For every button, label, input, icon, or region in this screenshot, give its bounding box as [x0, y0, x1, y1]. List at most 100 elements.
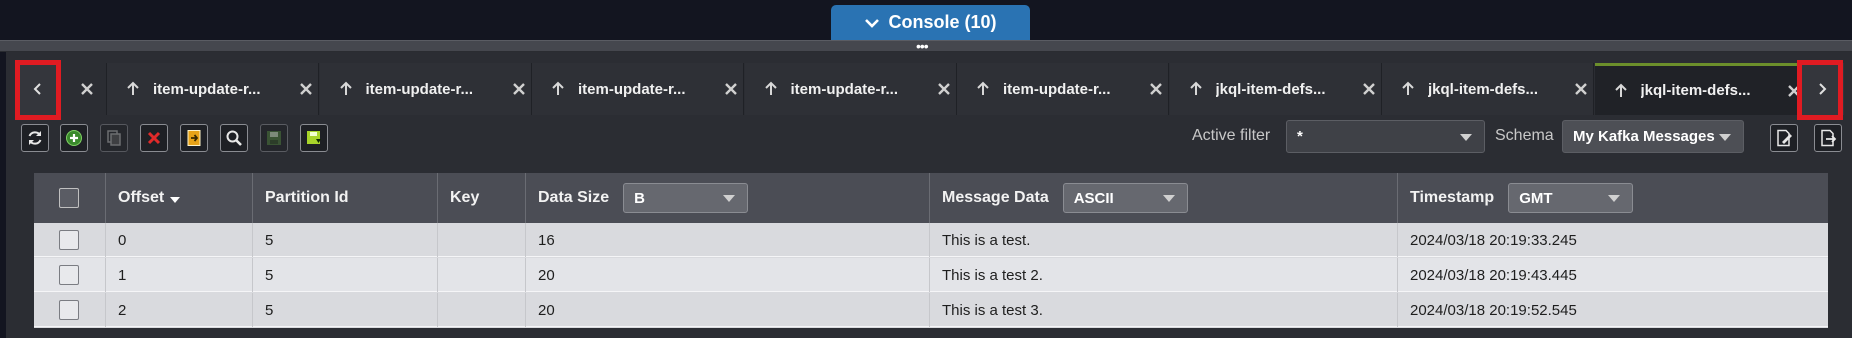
close-icon[interactable] — [512, 82, 526, 96]
column-header-data-size[interactable]: Data Size B — [526, 173, 930, 223]
tab-label: jkql-item-defs... — [1215, 80, 1326, 98]
chevron-down-icon — [1719, 133, 1731, 141]
arrow-up-icon — [764, 81, 777, 95]
schema-value: My Kafka Messages — [1573, 128, 1715, 145]
export-button[interactable] — [300, 124, 328, 152]
column-header-message-data[interactable]: Message Data ASCII — [930, 173, 1398, 223]
splitter-grip-icon[interactable]: ••• — [916, 39, 929, 53]
chevron-down-icon — [1162, 195, 1175, 202]
tab-item[interactable]: item-update-r... — [532, 63, 744, 115]
chevron-left-icon — [33, 83, 41, 95]
tab-scroll-right-button[interactable] — [1800, 63, 1844, 115]
refresh-icon — [28, 131, 42, 145]
chevron-right-icon — [1819, 83, 1827, 95]
cell-size: 16 — [526, 223, 930, 257]
row-select-cell — [34, 293, 106, 327]
copy-icon — [107, 130, 121, 146]
edit-schema-button[interactable] — [1770, 124, 1798, 152]
cell-partition: 5 — [253, 293, 438, 327]
column-label-offset: Offset — [118, 189, 165, 206]
active-filter-select[interactable]: * — [1286, 120, 1485, 153]
cell-message: This is a test 2. — [930, 258, 1398, 292]
column-header-partition[interactable]: Partition Id — [253, 173, 438, 223]
tab-label: item-update-r... — [790, 80, 899, 98]
edit-document-icon — [1777, 129, 1792, 147]
tab-item[interactable]: item-update-r... — [744, 63, 957, 115]
save-icon — [267, 131, 281, 145]
timezone-value: GMT — [1519, 189, 1553, 207]
row-checkbox[interactable] — [59, 230, 79, 250]
cell-message: This is a test. — [930, 223, 1398, 257]
tab-item[interactable]: jkql-item-defs... — [1169, 63, 1382, 115]
import-icon — [187, 130, 201, 146]
close-icon[interactable] — [299, 82, 313, 96]
close-icon[interactable] — [1574, 82, 1588, 96]
tab-item[interactable]: jkql-item-defs... — [1382, 63, 1594, 115]
cell-size: 20 — [526, 258, 930, 292]
active-filter-label: Active filter — [1192, 127, 1271, 144]
arrow-up-icon — [339, 81, 352, 95]
column-header-timestamp[interactable]: Timestamp GMT — [1398, 173, 1828, 223]
timezone-select[interactable]: GMT — [1508, 183, 1634, 213]
search-button[interactable] — [220, 124, 248, 152]
select-all-checkbox[interactable] — [59, 188, 79, 208]
close-icon[interactable] — [1362, 82, 1376, 96]
save-button[interactable] — [260, 124, 288, 152]
refresh-button[interactable] — [21, 124, 49, 152]
column-label-data-size: Data Size — [538, 189, 610, 206]
cell-size: 20 — [526, 293, 930, 327]
console-label: Console (10) — [888, 12, 997, 32]
tab-label: jkql-item-defs... — [1428, 80, 1539, 98]
tab-label: item-update-r... — [365, 80, 474, 98]
cell-offset: 1 — [106, 258, 253, 292]
close-icon[interactable] — [937, 82, 951, 96]
column-header-offset[interactable]: Offset — [106, 173, 253, 223]
new-schema-button[interactable] — [1814, 124, 1842, 152]
tab-close-button[interactable] — [68, 63, 107, 115]
data-size-unit-value: B — [634, 189, 645, 207]
tab-item[interactable]: jkql-item-defs... — [1594, 63, 1807, 115]
tab-item[interactable]: item-update-r... — [107, 63, 319, 115]
tab-label: item-update-r... — [578, 80, 686, 98]
cell-timestamp: 2024/03/18 20:19:52.545 — [1410, 301, 1577, 319]
sort-descending-icon — [170, 196, 181, 203]
cell-partition: 5 — [253, 223, 438, 257]
close-icon[interactable] — [1787, 84, 1801, 98]
add-button[interactable] — [60, 124, 88, 152]
select-all-cell — [34, 173, 106, 223]
cell-key — [438, 293, 526, 327]
cell-timestamp: 2024/03/18 20:19:43.445 — [1410, 266, 1577, 284]
export-icon — [307, 131, 321, 144]
console-toggle-button[interactable]: Console (10) — [831, 5, 1030, 40]
close-icon — [81, 83, 93, 95]
cell-key — [438, 223, 526, 257]
schema-select[interactable]: My Kafka Messages — [1562, 120, 1744, 153]
arrow-up-icon — [1614, 83, 1627, 97]
column-label-message-data: Message Data — [942, 189, 1049, 206]
chevron-down-icon — [723, 195, 736, 202]
tab-label: item-update-r... — [153, 80, 261, 98]
tab-item[interactable]: item-update-r... — [957, 63, 1169, 115]
close-icon[interactable] — [1149, 82, 1163, 96]
delete-button[interactable] — [140, 124, 168, 152]
arrow-up-icon — [1189, 81, 1202, 95]
cell-offset: 0 — [106, 223, 253, 257]
column-header-key[interactable]: Key — [438, 173, 526, 223]
arrow-up-icon — [127, 81, 139, 95]
column-label-timestamp: Timestamp — [1410, 189, 1495, 206]
import-button[interactable] — [180, 124, 208, 152]
tab-label: jkql-item-defs... — [1640, 82, 1751, 99]
chevron-down-icon — [1460, 133, 1472, 141]
row-checkbox[interactable] — [59, 265, 79, 285]
copy-button[interactable] — [100, 124, 128, 152]
data-size-unit-select[interactable]: B — [623, 183, 749, 213]
column-label-key: Key — [450, 189, 480, 206]
row-checkbox[interactable] — [59, 300, 79, 320]
row-select-cell — [34, 258, 106, 292]
tab-item[interactable]: item-update-r... — [319, 63, 532, 115]
close-icon[interactable] — [724, 82, 738, 96]
cell-partition: 5 — [253, 258, 438, 292]
message-encoding-select[interactable]: ASCII — [1062, 183, 1188, 213]
active-filter-value: * — [1297, 128, 1303, 145]
tab-scroll-left-button[interactable] — [16, 63, 60, 115]
